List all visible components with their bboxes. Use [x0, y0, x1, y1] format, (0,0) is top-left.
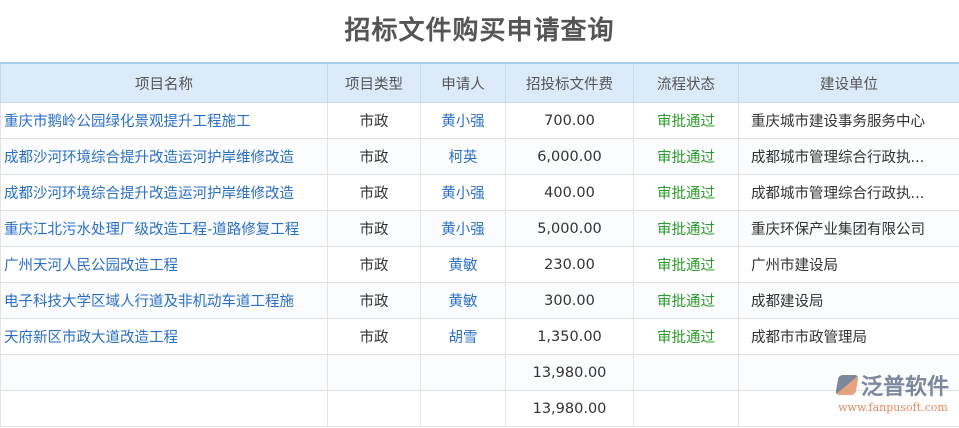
logo-name: 泛普软件: [860, 375, 949, 400]
cell-fee: 5,000.00: [505, 210, 634, 247]
column-header[interactable]: 流程状态: [633, 62, 739, 103]
total-fee: 13,980.00: [505, 354, 634, 391]
cell-type: 市政: [327, 210, 421, 247]
cell-person: 胡雪: [420, 318, 506, 355]
cell-name[interactable]: 重庆市鹅岭公园绿化景观提升工程施工: [0, 102, 328, 139]
table-row[interactable]: 成都沙河环境综合提升改造运河护岸维修改造 市政 黄小强 400.00 审批通过 成都城市管…: [0, 174, 959, 211]
cell-type: 市政: [327, 174, 421, 211]
cell-status: 审批通过: [633, 174, 739, 211]
empty-cell: [633, 354, 739, 391]
cell-type: 市政: [327, 102, 421, 139]
empty-cell: [0, 354, 328, 391]
column-header[interactable]: 项目类型: [327, 62, 421, 103]
cell-status: 审批通过: [633, 318, 739, 355]
column-header[interactable]: 招投标文件费: [505, 62, 634, 103]
column-header[interactable]: 建设单位: [738, 62, 959, 103]
cell-unit: 成都建设局: [738, 282, 959, 319]
cell-fee: 6,000.00: [505, 138, 634, 175]
cell-status: 审批通过: [633, 246, 739, 283]
logo-url: www.fanpusoft.com: [838, 401, 948, 414]
cell-type: 市政: [327, 138, 421, 175]
cell-person: 黄敏: [420, 246, 506, 283]
empty-cell: [0, 390, 328, 427]
cell-status: 审批通过: [633, 282, 739, 319]
table-row[interactable]: 广州天河人民公园改造工程 市政 黄敏 230.00 审批通过 广州市建设局: [0, 246, 959, 283]
cell-status: 审批通过: [633, 102, 739, 139]
logo-icon: [835, 375, 859, 395]
cell-fee: 300.00: [505, 282, 634, 319]
cell-unit: 广州市建设局: [738, 246, 959, 283]
cell-status: 审批通过: [633, 138, 739, 175]
cell-type: 市政: [327, 246, 421, 283]
cell-name[interactable]: 成都沙河环境综合提升改造运河护岸维修改造: [0, 174, 328, 211]
table-row[interactable]: 天府新区市政大道改造工程 市政 胡雪 1,350.00 审批通过 成都市市政管理局: [0, 318, 959, 355]
cell-name[interactable]: 电子科技大学区域人行道及非机动车道工程施: [0, 282, 328, 319]
results-table: 项目名称 项目类型 申请人 招投标文件费 流程状态 建设单位 重庆市鹅岭公园绿化景观提升工…: [0, 62, 959, 427]
cell-fee: 400.00: [505, 174, 634, 211]
cell-fee: 700.00: [505, 102, 634, 139]
cell-unit: 成都市市政管理局: [738, 318, 959, 355]
cell-unit: 成都城市管理综合行政执...: [738, 174, 959, 211]
cell-status: 审批通过: [633, 210, 739, 247]
cell-person: 黄小强: [420, 174, 506, 211]
cell-person: 黄小强: [420, 102, 506, 139]
total-row: 13,980.00: [0, 390, 959, 427]
cell-unit: 重庆环保产业集团有限公司: [738, 210, 959, 247]
total-fee: 13,980.00: [505, 390, 634, 427]
cell-name[interactable]: 重庆江北污水处理厂级改造工程-道路修复工程: [0, 210, 328, 247]
table-row[interactable]: 重庆市鹅岭公园绿化景观提升工程施工 市政 黄小强 700.00 审批通过 重庆城市建设事务…: [0, 102, 959, 139]
column-header[interactable]: 申请人: [420, 62, 506, 103]
cell-person: 柯英: [420, 138, 506, 175]
empty-cell: [633, 390, 739, 427]
table-row[interactable]: 电子科技大学区域人行道及非机动车道工程施 市政 黄敏 300.00 审批通过 成都建设局: [0, 282, 959, 319]
page-title: 招标文件购买申请查询: [344, 16, 615, 46]
cell-unit: 成都城市管理综合行政执...: [738, 138, 959, 175]
cell-name[interactable]: 广州天河人民公园改造工程: [0, 246, 328, 283]
cell-unit: 重庆城市建设事务服务中心: [738, 102, 959, 139]
table-row[interactable]: 重庆江北污水处理厂级改造工程-道路修复工程 市政 黄小强 5,000.00 审批通过 重庆…: [0, 210, 959, 247]
cell-type: 市政: [327, 318, 421, 355]
cell-person: 黄敏: [420, 282, 506, 319]
fanpusoft-logo: 泛普软件 www.fanpusoft.com: [835, 369, 949, 414]
cell-fee: 1,350.00: [505, 318, 634, 355]
cell-name[interactable]: 天府新区市政大道改造工程: [0, 318, 328, 355]
empty-cell: [327, 390, 421, 427]
cell-type: 市政: [327, 282, 421, 319]
cell-fee: 230.00: [505, 246, 634, 283]
table-row[interactable]: 成都沙河环境综合提升改造运河护岸维修改造 市政 柯英 6,000.00 审批通过 成都城市…: [0, 138, 959, 175]
empty-cell: [327, 354, 421, 391]
total-row: 13,980.00: [0, 354, 959, 391]
empty-cell: [420, 354, 506, 391]
empty-cell: [420, 390, 506, 427]
cell-person: 黄小强: [420, 210, 506, 247]
column-header[interactable]: 项目名称: [0, 62, 328, 103]
cell-name[interactable]: 成都沙河环境综合提升改造运河护岸维修改造: [0, 138, 328, 175]
